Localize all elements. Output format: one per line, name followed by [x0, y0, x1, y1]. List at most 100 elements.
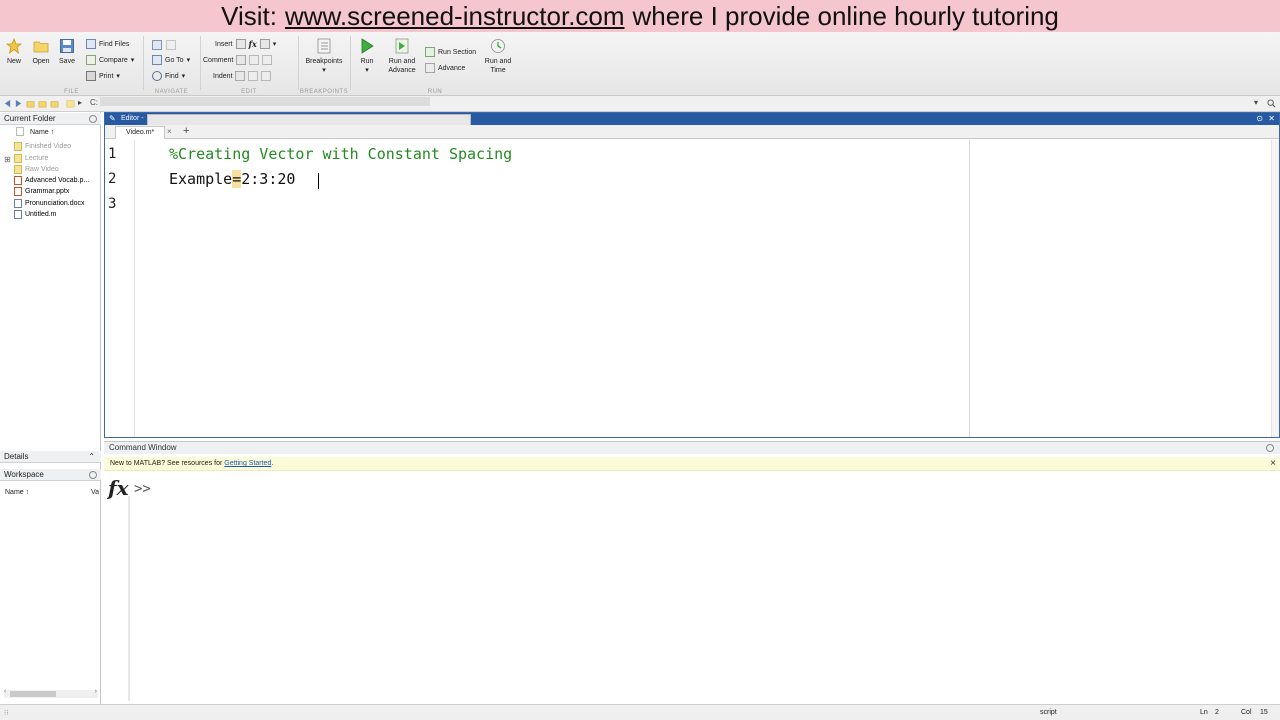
save-button[interactable]: Save — [47, 38, 87, 66]
folder-icon — [14, 154, 22, 163]
close-icon[interactable]: ✕ — [1268, 113, 1275, 125]
list-item[interactable]: Untitled.m — [14, 209, 57, 220]
panel-actions-icon[interactable] — [89, 471, 97, 479]
breakpoints-label: Breakpoints — [305, 58, 343, 65]
panel-actions-icon[interactable]: ⊙ — [1256, 113, 1263, 125]
scrollbar-thumb[interactable] — [10, 691, 56, 697]
banner-prefix: Visit: — [221, 0, 277, 31]
forward-arrow-icon[interactable] — [166, 40, 176, 50]
advance-button[interactable]: Advance — [425, 62, 465, 74]
compare-button[interactable]: Compare ▾ — [86, 54, 134, 66]
file-name: Grammar.pptx — [25, 188, 70, 195]
line-label: Ln — [1200, 709, 1208, 716]
tab-video-m[interactable]: Video.m* — [115, 126, 166, 139]
close-icon[interactable]: × — [1270, 457, 1276, 471]
breakpoints-icon — [317, 38, 331, 54]
insert-button[interactable]: Insert fx ▾ — [215, 38, 276, 50]
code-line-1[interactable]: %Creating Vector with Constant Spacing — [169, 145, 512, 163]
run-section-button[interactable]: Run Section — [425, 46, 476, 58]
editor-title-bar: ✎ Editor - ⊙ ✕ — [105, 113, 1279, 126]
workspace-horizontal-scrollbar[interactable]: ‹ › — [4, 688, 98, 698]
folder-bookmark-icon[interactable] — [50, 99, 59, 108]
folder-icon — [14, 142, 22, 151]
address-field[interactable] — [100, 97, 430, 106]
file-name: Finished Video — [25, 143, 72, 150]
command-window-title: Command Window — [109, 443, 177, 452]
folder-browse-icon[interactable] — [38, 99, 47, 108]
command-window: Command Window New to MATLAB? See resour… — [104, 441, 1280, 704]
details-title: Details — [4, 452, 29, 461]
getting-started-link[interactable]: Getting Started — [224, 460, 271, 467]
command-prompt[interactable]: >> — [134, 481, 151, 497]
print-label: Print — [99, 72, 114, 80]
new-tab-button[interactable]: + — [183, 125, 189, 137]
list-item[interactable]: Grammar.pptx — [14, 186, 69, 197]
details-header[interactable]: Details ⌃ — [0, 451, 101, 463]
comment-button[interactable]: Comment — [203, 54, 273, 66]
forward-arrow-icon[interactable] — [14, 99, 23, 108]
name-column-label: Name ↑ — [30, 129, 55, 136]
chevron-right-icon[interactable]: › — [95, 688, 97, 695]
run-section: Run ▾ Run and Advance Run Section Advanc… — [351, 32, 519, 96]
find-files-label: Find Files — [99, 40, 130, 48]
tutoring-banner: Visit: www.screened-instructor.com where… — [0, 0, 1280, 32]
insert-section-icon — [235, 39, 246, 49]
function-browser-icon[interactable]: fx — [108, 476, 129, 500]
chevron-left-icon[interactable]: ‹ — [4, 688, 6, 695]
current-folder-title: Current Folder — [4, 114, 56, 123]
go-to-button[interactable]: Go To ▾ — [152, 54, 190, 66]
run-label: Run — [360, 58, 374, 65]
list-item[interactable]: Pronunciation.docx — [14, 198, 85, 209]
workspace-name-column[interactable]: Name ↑ — [0, 487, 100, 499]
navigate-section: Go To ▾ Find ▾ NAVIGATE — [144, 32, 199, 96]
left-panels: Current Folder Name ↑ Finished Video ⊞ L… — [0, 112, 101, 704]
editor-tab-bar: Video.m* × + — [105, 125, 1279, 139]
banner-suffix: where I provide online hourly tutoring — [632, 0, 1059, 31]
file-section-label: FILE — [64, 89, 79, 95]
chevron-up-icon[interactable]: ⌃ — [88, 451, 95, 463]
breakpoints-button[interactable]: Breakpoints ▾ — [302, 38, 346, 75]
run-button[interactable]: Run ▾ — [347, 38, 387, 75]
column-value: 15 — [1260, 709, 1268, 716]
search-icon[interactable] — [1267, 99, 1276, 108]
back-arrow-icon[interactable] — [3, 99, 12, 108]
chevron-down-icon: ▾ — [365, 67, 369, 74]
indent-button[interactable]: Indent — [213, 70, 272, 82]
fx-icon[interactable]: fx — [249, 39, 257, 49]
folder-up-icon[interactable] — [26, 99, 35, 108]
print-button[interactable]: Print ▾ — [86, 70, 120, 82]
run-and-time-label: Run and Time — [484, 58, 512, 74]
editor-vertical-scrollbar[interactable] — [1271, 140, 1279, 437]
expand-icon[interactable]: ⊞ — [4, 155, 11, 164]
getting-started-notice: New to MATLAB? See resources for Getting… — [104, 457, 1280, 471]
run-and-advance-button[interactable]: Run and Advance — [382, 38, 422, 75]
tab-close-icon[interactable]: × — [167, 127, 172, 136]
list-item[interactable]: Lecture — [14, 153, 48, 164]
find-files-button[interactable]: Find Files — [86, 38, 129, 50]
insert-label: Insert — [215, 40, 233, 48]
address-path[interactable]: C: — [90, 98, 98, 107]
value-column-label: Va — [91, 489, 100, 496]
banner-url-link[interactable]: www.screened-instructor.com — [285, 1, 625, 32]
tab-label: Video.m* — [126, 129, 155, 136]
uncomment-icon — [249, 55, 260, 65]
workspace-value-column[interactable]: Va — [91, 487, 100, 499]
current-folder-name-column[interactable]: Name ↑ — [0, 127, 100, 139]
panel-actions-icon[interactable] — [1266, 444, 1274, 452]
docx-file-icon — [14, 199, 22, 208]
editor-title: Editor - — [121, 115, 144, 122]
file-name: Advanced Vocab.p... — [25, 177, 90, 184]
code-token: 2:3:20 — [241, 170, 296, 188]
list-item[interactable]: Finished Video — [14, 141, 71, 152]
code-line-2[interactable]: Example=2:3:20 — [169, 170, 295, 188]
chevron-down-icon[interactable]: ▾ — [1254, 98, 1258, 107]
list-item[interactable]: Raw Video — [14, 164, 59, 175]
run-and-time-button[interactable]: Run and Time — [478, 38, 518, 75]
find-button[interactable]: Find ▾ — [152, 70, 185, 82]
list-item[interactable]: Advanced Vocab.p... — [14, 175, 89, 186]
back-arrow-icon[interactable] — [152, 40, 162, 50]
panel-actions-icon[interactable] — [89, 115, 97, 123]
chevron-down-icon: ▾ — [186, 57, 191, 64]
compare-icon — [86, 55, 96, 65]
file-section: New Open Save Find Files Compare ▾ Print… — [0, 32, 143, 96]
